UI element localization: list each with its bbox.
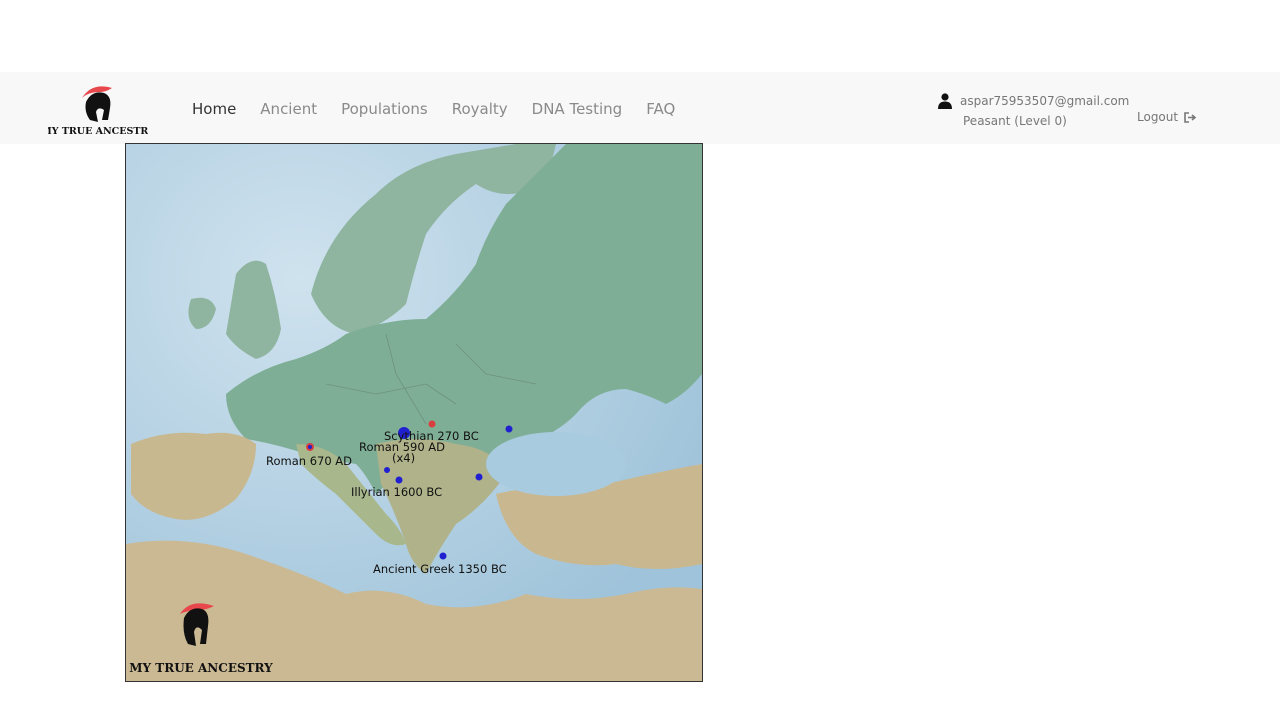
map-watermark-text: MY TRUE ANCESTRY (129, 661, 273, 675)
label-roman-670: Roman 670 AD (266, 454, 352, 468)
label-roman-590-count: (x4) (392, 451, 415, 465)
marker-roman-670-inner (308, 445, 312, 449)
helmet-logo-icon: MY TRUE ANCESTRY (41, 86, 155, 137)
marker-greek-1350[interactable] (439, 552, 447, 560)
marker-east[interactable] (505, 425, 513, 433)
nav-populations[interactable]: Populations (341, 100, 428, 118)
label-illyrian-1600: Illyrian 1600 BC (351, 485, 442, 499)
marker-scythian-270[interactable] (428, 420, 436, 428)
marker-illyrian-a[interactable] (384, 467, 390, 473)
brand-logo[interactable]: MY TRUE ANCESTRY (41, 80, 155, 138)
main-nav: Home Ancient Populations Royalty DNA Tes… (192, 100, 699, 118)
black-sea (486, 432, 626, 496)
logout-icon (1184, 111, 1197, 123)
logout-button[interactable]: Logout (1137, 110, 1197, 124)
top-navbar: MY TRUE ANCESTRY Home Ancient Population… (0, 72, 1280, 144)
label-greek-1350: Ancient Greek 1350 BC (373, 562, 507, 576)
nav-ancient[interactable]: Ancient (260, 100, 317, 118)
user-level: Peasant (Level 0) (963, 114, 1067, 128)
user-icon (938, 93, 952, 109)
logout-label: Logout (1137, 110, 1179, 124)
ancestry-map[interactable]: Roman 670 AD Scythian 270 BC Roman 590 A… (125, 143, 703, 682)
nav-dna-testing[interactable]: DNA Testing (532, 100, 623, 118)
svg-text:MY TRUE ANCESTRY: MY TRUE ANCESTRY (48, 126, 148, 137)
marker-illyrian-1600[interactable] (395, 476, 403, 484)
nav-home[interactable]: Home (192, 100, 236, 118)
nav-faq[interactable]: FAQ (646, 100, 675, 118)
marker-balkan-east[interactable] (475, 473, 483, 481)
nav-royalty[interactable]: Royalty (452, 100, 508, 118)
user-email[interactable]: aspar75953507@gmail.com (960, 94, 1129, 108)
